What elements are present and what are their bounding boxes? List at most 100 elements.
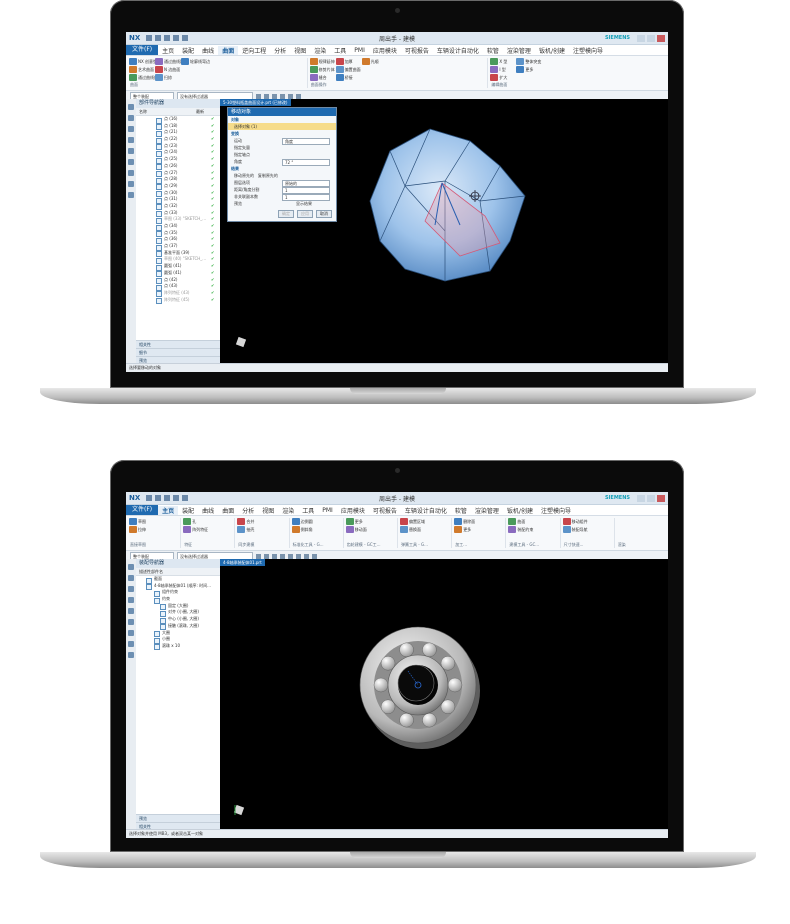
ribbon-tab[interactable]: 工具 — [330, 46, 350, 55]
ribbon-button[interactable]: 更多 — [355, 519, 363, 525]
ribbon-button-icon[interactable] — [129, 58, 137, 65]
snap-icon[interactable] — [272, 553, 277, 559]
nav-icon[interactable] — [128, 652, 134, 658]
ribbon-button-icon[interactable] — [516, 58, 525, 65]
ribbon-button[interactable]: 更多 — [525, 67, 533, 73]
nav-icon[interactable] — [128, 564, 134, 570]
ribbon-button-icon[interactable] — [237, 526, 246, 533]
column-name[interactable]: 名称 — [139, 109, 147, 114]
ribbon-tab[interactable]: PMI — [350, 47, 369, 54]
ribbon-button[interactable]: 装配导航 — [572, 527, 588, 533]
minimize-icon[interactable] — [637, 494, 645, 502]
snap-icon[interactable] — [312, 553, 317, 559]
ribbon-tab[interactable]: 可视报告 — [369, 506, 401, 515]
bottle-cap-model[interactable] — [350, 121, 550, 321]
navigator-row[interactable]: 大圈 — [136, 630, 220, 637]
ribbon-tab[interactable]: 主页 — [158, 505, 179, 515]
ribbon-button[interactable]: 边倒圆 — [301, 519, 313, 525]
ribbon-button[interactable]: 阵列特征 — [192, 527, 208, 533]
navigator-row[interactable]: 点 (42) ✔ — [136, 277, 220, 284]
ribbon-button[interactable]: 偏置曲面 — [345, 67, 361, 73]
ribbon-button[interactable]: 合并 — [246, 519, 254, 525]
ribbon-tab[interactable]: 曲线 — [198, 46, 218, 55]
angle-input[interactable]: 72 ° — [282, 159, 330, 166]
part-file-tab[interactable]: 4-8轴承装配体01.prt — [220, 559, 265, 566]
ribbon-tab[interactable]: 装配 — [178, 46, 198, 55]
ribbon-tab[interactable]: 注塑模向导 — [537, 506, 575, 515]
navigator-row[interactable]: 点 (23) ✔ — [136, 143, 220, 151]
cancel-button[interactable]: 取消 — [316, 210, 332, 218]
ribbon-button-icon[interactable] — [291, 518, 300, 525]
show-result-button[interactable]: 显示结果 — [296, 200, 312, 207]
ribbon-button[interactable]: 抽壳 — [246, 527, 254, 533]
ribbon-tab[interactable]: 装配 — [178, 506, 198, 515]
vector-row[interactable]: 指定矢量 — [228, 144, 336, 151]
accordion-preview[interactable]: 预览 — [136, 814, 220, 822]
ribbon-button[interactable]: 光顺 — [371, 59, 379, 65]
navigator-row[interactable]: 小圈 — [136, 636, 220, 644]
close-icon[interactable] — [657, 494, 665, 502]
quick-access-toolbar[interactable] — [146, 495, 189, 501]
snap-icon[interactable] — [256, 553, 261, 559]
ribbon-button[interactable]: 删除面 — [463, 519, 475, 525]
navigator-row[interactable]: 点 (21) ✔ — [136, 129, 220, 137]
navigator-row[interactable]: 点 (35) ✔ — [136, 230, 220, 238]
window-controls[interactable] — [637, 494, 665, 502]
ribbon-tab[interactable]: 曲面 — [218, 45, 239, 55]
navigator-row[interactable]: 点 (29) ✔ — [136, 183, 220, 191]
navigator-row[interactable]: 点 (34) ✔ — [136, 223, 220, 231]
ribbon-button[interactable]: 扩大 — [499, 75, 507, 81]
window-controls[interactable] — [637, 34, 665, 42]
ribbon-tab[interactable]: 渲染管理 — [503, 46, 535, 55]
ribbon-tab[interactable]: 渲染 — [310, 46, 330, 55]
ribbon-button[interactable]: 加厚 — [345, 59, 353, 65]
nav-icon[interactable] — [128, 641, 134, 647]
ribbon-tab[interactable]: 软管 — [451, 506, 471, 515]
ribbon-button[interactable]: 艺术曲面 — [138, 67, 154, 73]
ribbon-button-icon[interactable] — [361, 58, 370, 65]
axis-point-row[interactable]: 指定轴点 — [228, 151, 336, 158]
ribbon-button[interactable]: 曲面 — [517, 519, 525, 525]
ribbon-button-icon[interactable] — [345, 526, 354, 533]
ribbon-tab[interactable]: 主页 — [158, 46, 178, 55]
accordion-dependencies[interactable]: 相关性 — [136, 340, 220, 348]
section-object[interactable]: 对象 — [228, 116, 336, 123]
column-name[interactable]: 描述性部件名 — [139, 569, 163, 574]
ok-button[interactable]: 确定 — [278, 210, 294, 218]
ribbon-button-icon[interactable] — [291, 526, 300, 533]
visibility-checkbox[interactable] — [156, 298, 162, 305]
ribbon-button[interactable]: X 型 — [499, 59, 507, 65]
nav-icon[interactable] — [128, 597, 134, 603]
navigator-row[interactable]: 点 (18) ✔ — [136, 123, 220, 131]
view-triad-icon[interactable] — [232, 802, 248, 818]
apply-button[interactable]: 应用 — [297, 210, 313, 218]
ribbon-button-icon[interactable] — [508, 526, 517, 533]
ribbon-button[interactable]: 整体突变 — [525, 59, 541, 65]
navigator-row[interactable]: 中心 (小圈, 大圈) — [136, 616, 220, 624]
ribbon-button[interactable]: 扫掠 — [164, 75, 172, 81]
ribbon-button[interactable]: 拉伸 — [138, 527, 146, 533]
navigator-row[interactable]: 点 (30) ✔ — [136, 190, 220, 198]
file-menu-tab[interactable]: 文件(F) — [126, 45, 159, 55]
nav-icon[interactable] — [128, 192, 134, 198]
bearing-model[interactable] — [352, 617, 492, 757]
ribbon-tab[interactable]: 可视报告 — [401, 46, 433, 55]
ribbon-button[interactable]: 偏置区域 — [409, 519, 425, 525]
ribbon-button[interactable]: 轮廓线弯边 — [190, 59, 210, 65]
navigator-row[interactable]: 4-8轴承装配体01 (顺序: 时间... — [136, 583, 220, 591]
nav-icon[interactable] — [128, 170, 134, 176]
part-file-tab[interactable]: 5-30塑料瓶盖曲面设计.prt (已修改) — [220, 99, 291, 106]
ribbon-tab[interactable]: 逆向工程 — [238, 46, 270, 55]
ribbon-button[interactable]: 修剪片体 — [319, 67, 335, 73]
quick-access-toolbar[interactable] — [146, 35, 189, 41]
nav-icon[interactable] — [128, 586, 134, 592]
ribbon-button-icon[interactable] — [516, 66, 525, 73]
ribbon-tab[interactable]: 渲染管理 — [471, 506, 503, 515]
ribbon-button-icon[interactable] — [309, 74, 318, 81]
snap-icon[interactable] — [288, 553, 293, 559]
section-transform[interactable]: 变换 — [228, 130, 336, 137]
ribbon-button-icon[interactable] — [345, 518, 354, 525]
ribbon-button-icon[interactable] — [562, 518, 571, 525]
nav-icon[interactable] — [128, 115, 134, 121]
ribbon-button-icon[interactable] — [335, 74, 344, 81]
